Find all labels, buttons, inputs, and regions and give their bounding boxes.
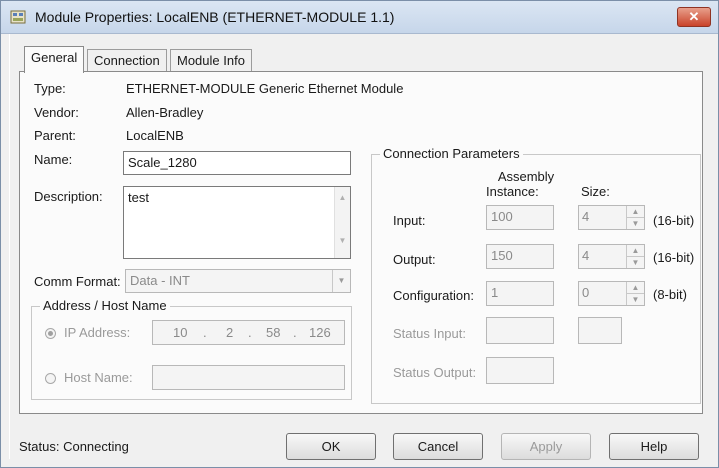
address-group-title: Address / Host Name bbox=[40, 298, 170, 313]
status-output-label: Status Output: bbox=[393, 365, 477, 380]
module-app-icon bbox=[10, 10, 26, 24]
ip-address-field[interactable]: 10 . 2 . 58 . 126 bbox=[152, 320, 345, 345]
ip-dot: . bbox=[203, 325, 207, 340]
module-properties-window: Module Properties: LocalENB (ETHERNET-MO… bbox=[0, 0, 719, 468]
host-name-input[interactable] bbox=[152, 365, 345, 390]
output-size-spinner[interactable]: 4 ▲ ▼ bbox=[578, 244, 645, 269]
output-label: Output: bbox=[393, 252, 436, 267]
input-instance-field[interactable]: 100 bbox=[486, 205, 554, 230]
configuration-instance-field[interactable]: 1 bbox=[486, 281, 554, 306]
parent-label: Parent: bbox=[34, 128, 76, 143]
configuration-size-value: 0 bbox=[582, 285, 590, 300]
type-value: ETHERNET-MODULE Generic Ethernet Module bbox=[126, 81, 404, 96]
spin-down-icon[interactable]: ▼ bbox=[627, 257, 644, 269]
input-unit: (16-bit) bbox=[653, 213, 695, 228]
status-text: Status: Connecting bbox=[19, 439, 129, 454]
tab-connection[interactable]: Connection bbox=[87, 49, 167, 71]
description-textarea[interactable]: test bbox=[123, 186, 351, 259]
scroll-down-icon[interactable]: ▼ bbox=[335, 236, 350, 245]
status-output-field[interactable] bbox=[486, 357, 554, 384]
ip-octet-2: 2 bbox=[226, 325, 234, 340]
configuration-size-spinner[interactable]: 0 ▲ ▼ bbox=[578, 281, 645, 306]
description-scrollbar[interactable]: ▲ ▼ bbox=[334, 187, 350, 258]
help-button[interactable]: Help bbox=[609, 433, 699, 460]
status-input-label: Status Input: bbox=[393, 326, 466, 341]
apply-button[interactable]: Apply bbox=[501, 433, 591, 460]
type-label: Type: bbox=[34, 81, 66, 96]
tab-general[interactable]: General bbox=[24, 46, 85, 73]
assembly-header-line2: Instance: bbox=[486, 184, 539, 199]
description-label: Description: bbox=[34, 189, 103, 204]
ip-address-label: IP Address: bbox=[64, 325, 131, 340]
comm-format-label: Comm Format: bbox=[34, 274, 121, 289]
spin-up-icon[interactable]: ▲ bbox=[627, 206, 644, 218]
name-input[interactable]: Scale_1280 bbox=[123, 151, 351, 175]
size-header: Size: bbox=[581, 184, 610, 199]
spin-up-icon[interactable]: ▲ bbox=[627, 245, 644, 257]
input-size-spinner[interactable]: 4 ▲ ▼ bbox=[578, 205, 645, 230]
title-bar[interactable]: Module Properties: LocalENB (ETHERNET-MO… bbox=[1, 1, 718, 34]
ip-address-radio[interactable] bbox=[45, 328, 56, 339]
spin-down-icon[interactable]: ▼ bbox=[627, 294, 644, 306]
scroll-up-icon[interactable]: ▲ bbox=[335, 193, 350, 202]
cancel-button[interactable]: Cancel bbox=[393, 433, 483, 460]
input-size-value: 4 bbox=[582, 209, 590, 224]
ip-octet-4: 126 bbox=[309, 325, 331, 340]
comm-format-value: Data - INT bbox=[130, 273, 190, 288]
configuration-unit: (8-bit) bbox=[653, 287, 687, 302]
input-label: Input: bbox=[393, 213, 426, 228]
vendor-value: Allen-Bradley bbox=[126, 105, 204, 120]
window-title: Module Properties: LocalENB (ETHERNET-MO… bbox=[35, 9, 395, 25]
comm-format-select[interactable]: Data - INT bbox=[125, 269, 351, 293]
description-text: test bbox=[128, 190, 149, 205]
ip-dot: . bbox=[293, 325, 297, 340]
tab-module-info[interactable]: Module Info bbox=[170, 49, 252, 71]
ok-button[interactable]: OK bbox=[286, 433, 376, 460]
close-icon: ✕ bbox=[688, 9, 700, 24]
ip-octet-1: 10 bbox=[173, 325, 188, 340]
host-name-radio[interactable] bbox=[45, 373, 56, 384]
output-instance-field[interactable]: 150 bbox=[486, 244, 554, 269]
configuration-label: Configuration: bbox=[393, 288, 474, 303]
close-button[interactable]: ✕ bbox=[677, 7, 711, 27]
connection-parameters-title: Connection Parameters bbox=[380, 146, 523, 161]
output-unit: (16-bit) bbox=[653, 250, 695, 265]
parent-value: LocalENB bbox=[126, 128, 184, 143]
assembly-header-line1: Assembly bbox=[497, 169, 555, 184]
status-input-size-field[interactable] bbox=[578, 317, 622, 344]
ip-octet-3: 58 bbox=[266, 325, 281, 340]
ip-dot: . bbox=[248, 325, 252, 340]
chevron-down-icon[interactable]: ▼ bbox=[332, 270, 350, 292]
spin-up-icon[interactable]: ▲ bbox=[627, 282, 644, 294]
output-size-value: 4 bbox=[582, 248, 590, 263]
status-input-field[interactable] bbox=[486, 317, 554, 344]
name-label: Name: bbox=[34, 152, 73, 167]
host-name-label: Host Name: bbox=[64, 370, 133, 385]
spin-down-icon[interactable]: ▼ bbox=[627, 218, 644, 230]
vendor-label: Vendor: bbox=[34, 105, 79, 120]
